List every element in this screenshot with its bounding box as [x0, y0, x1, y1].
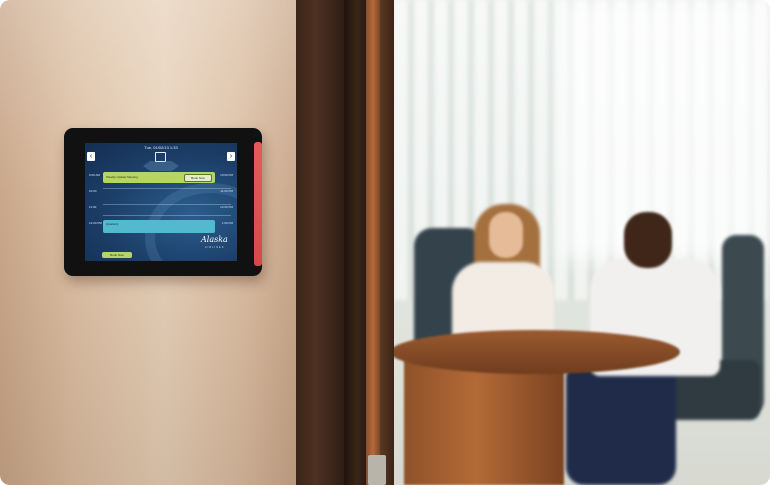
airline-logo: Alaska [201, 235, 228, 244]
time-divider [103, 215, 231, 216]
man-legs [566, 360, 676, 485]
time-label-right: 12:00 PM [220, 205, 233, 209]
door-frame [296, 0, 344, 485]
door-frame-inner [344, 0, 366, 485]
time-divider [103, 188, 231, 189]
door-jamb [380, 0, 394, 485]
hex-decoration [143, 161, 179, 171]
calendar-event[interactable]: Quarterly [103, 220, 215, 233]
photo: Tue, 01/02/13 1:33 ‹ › 9:00 AM 10:00 11:… [0, 0, 770, 485]
door-hinge [368, 455, 386, 485]
time-label: 12:00 PM [89, 221, 102, 225]
door-edge [366, 0, 380, 485]
airline-logo-sub: AIRLINES [205, 246, 225, 249]
chevron-right-icon[interactable]: › [227, 152, 235, 161]
tablet-status-light [254, 142, 262, 266]
time-label-right: 10:00 PM [220, 173, 233, 177]
bottom-book-button[interactable]: Book Now [102, 252, 132, 258]
conference-table [390, 330, 680, 374]
calendar-event[interactable]: Weekly Update Meeting Book Now [103, 172, 215, 183]
event-title: Weekly Update Meeting [106, 175, 138, 179]
time-label: 10:00 [89, 189, 97, 193]
book-now-button[interactable]: Book Now [184, 174, 212, 182]
time-label-right: 11:00 PM [220, 189, 233, 193]
time-label-right: 1:00 PM [221, 221, 233, 225]
event-title: Quarterly [106, 222, 119, 226]
time-divider [103, 204, 231, 205]
woman-face [489, 212, 523, 258]
man-head [624, 212, 672, 268]
tablet-screen: Tue, 01/02/13 1:33 ‹ › 9:00 AM 10:00 11:… [85, 143, 237, 261]
chevron-left-icon[interactable]: ‹ [87, 152, 95, 161]
time-label: 11:00 [89, 205, 97, 209]
time-label: 9:00 AM [89, 173, 101, 177]
table-base [404, 360, 564, 485]
calendar-icon[interactable] [155, 152, 166, 162]
